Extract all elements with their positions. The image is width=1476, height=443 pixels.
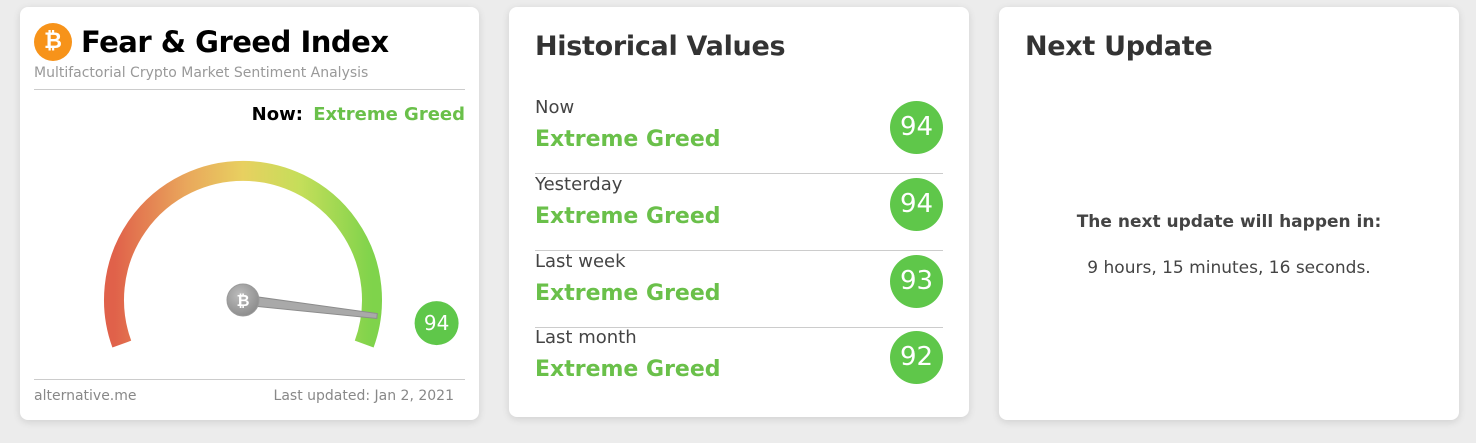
gauge-value: 94: [424, 311, 449, 335]
history-classification: Extreme Greed: [535, 127, 721, 152]
bitcoin-logo-icon: ₿: [34, 23, 72, 61]
history-label: Last week: [535, 251, 626, 272]
gauge-chart: ₿ 94: [104, 161, 459, 348]
history-label: Last month: [535, 327, 637, 348]
history-classification: Extreme Greed: [535, 357, 721, 382]
now-classification: Extreme Greed: [313, 104, 465, 125]
history-classification: Extreme Greed: [535, 204, 721, 229]
history-classification: Extreme Greed: [535, 281, 721, 306]
history-row-now: Now Extreme Greed 94: [535, 97, 943, 174]
history-value-badge: 94: [890, 101, 943, 154]
bitcoin-needle-icon: ₿: [236, 291, 249, 310]
historical-title: Historical Values: [535, 31, 786, 62]
page-subtitle: Multifactorial Crypto Market Sentiment A…: [34, 65, 369, 81]
now-status: Now: Extreme Greed: [252, 104, 465, 125]
history-label: Yesterday: [535, 174, 623, 195]
history-value-badge: 93: [890, 255, 943, 308]
history-row-yesterday: Yesterday Extreme Greed 94: [535, 174, 943, 251]
fear-greed-card: ₿ Fear & Greed Index Multifactorial Cryp…: [20, 7, 479, 420]
next-update-card: Next Update The next update will happen …: [999, 7, 1459, 420]
history-label: Now: [535, 97, 575, 118]
gauge-needle: [241, 294, 378, 320]
header-divider: [34, 89, 465, 90]
now-label: Now:: [251, 104, 303, 125]
gauge-arc: [104, 161, 382, 348]
historical-values-card: Historical Values Now Extreme Greed 94 Y…: [509, 7, 969, 417]
history-row-last-month: Last month Extreme Greed 92: [535, 327, 943, 404]
history-value-badge: 94: [890, 178, 943, 231]
history-row-last-week: Last week Extreme Greed 93: [535, 251, 943, 328]
history-value-badge: 92: [890, 331, 943, 384]
last-updated: Last updated: Jan 2, 2021: [273, 388, 454, 404]
next-update-question: The next update will happen in:: [1076, 212, 1382, 232]
next-update-countdown: 9 hours, 15 minutes, 16 seconds.: [1087, 258, 1371, 278]
footer-divider: [34, 379, 465, 380]
fear-greed-header: ₿ Fear & Greed Index: [34, 23, 389, 61]
page-title: Fear & Greed Index: [81, 25, 389, 59]
next-update-title: Next Update: [1025, 31, 1213, 62]
source-link[interactable]: alternative.me: [34, 388, 137, 404]
